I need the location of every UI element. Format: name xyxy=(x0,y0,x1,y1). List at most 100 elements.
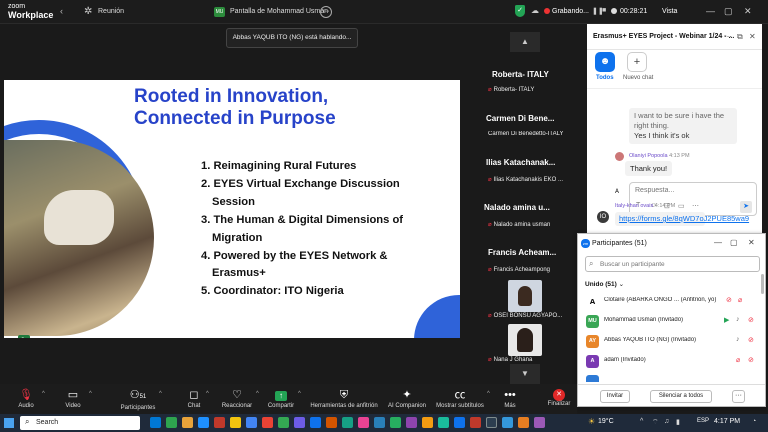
minimize-icon[interactable]: — xyxy=(706,6,715,16)
popout-icon[interactable]: ⧉ xyxy=(737,32,743,42)
chevron-left-icon[interactable]: ‹ xyxy=(60,6,63,16)
taskbar-app-icon[interactable] xyxy=(438,417,449,428)
maximize-icon[interactable]: ▢ xyxy=(724,6,733,17)
annotate-pen-icon[interactable]: ✎ xyxy=(18,335,30,338)
minimize-icon[interactable]: — xyxy=(714,238,722,247)
mic-on-icon[interactable]: ♪ xyxy=(736,336,740,343)
video-off-icon[interactable]: ⊘ xyxy=(748,356,754,364)
chevron-up-icon[interactable]: ^ xyxy=(298,391,301,397)
battery-icon[interactable]: ▮ xyxy=(676,418,680,426)
recording-status[interactable]: Grabando... xyxy=(552,8,589,15)
taskbar-app-icon[interactable] xyxy=(422,417,433,428)
react-button[interactable]: ♡ Reaccionar xyxy=(219,384,255,414)
more-button[interactable]: ••• Más xyxy=(500,384,520,414)
mic-muted-icon[interactable]: ⌀ xyxy=(736,356,740,364)
participant-row[interactable]: MU Mohammad Usman (Invitado) ▶ ♪ ⊘ xyxy=(578,312,765,331)
participant-search-input[interactable] xyxy=(585,256,760,272)
weather-temperature[interactable]: 19°C xyxy=(598,418,614,425)
stop-recording-icon[interactable]: ■ xyxy=(602,7,606,14)
audio-button[interactable]: 🎙 Audio xyxy=(12,384,40,414)
taskbar-app-icon[interactable] xyxy=(486,417,497,428)
taskbar-app-icon[interactable] xyxy=(278,417,289,428)
taskbar-app-icon[interactable] xyxy=(294,417,305,428)
taskbar-app-icon[interactable] xyxy=(358,417,369,428)
taskbar-app-icon[interactable] xyxy=(166,417,177,428)
participant-row[interactable] xyxy=(578,372,765,382)
chat-link[interactable]: https://forms.gle/8qWD7oJ2PUE85wa9 xyxy=(619,214,749,223)
new-chat-button[interactable]: + xyxy=(627,52,647,72)
participants-more-button[interactable]: ··· xyxy=(732,390,745,403)
host-tools-button[interactable]: ⛨ Herramientas de anfitrión xyxy=(307,384,381,414)
taskbar-app-icon[interactable] xyxy=(230,417,241,428)
tray-chevron-up-icon[interactable]: ^ xyxy=(640,418,643,425)
taskbar-app-icon[interactable] xyxy=(262,417,273,428)
taskbar-app-icon[interactable] xyxy=(150,417,161,428)
chevron-up-icon[interactable]: ^ xyxy=(42,391,45,397)
share-options-button[interactable]: ··· xyxy=(320,6,332,18)
taskbar-app-icon[interactable] xyxy=(214,417,225,428)
meeting-tab-label[interactable]: Reunión xyxy=(98,8,124,15)
participants-button[interactable]: ⚇51 Participantes xyxy=(118,384,158,414)
send-button[interactable]: ➤ xyxy=(740,201,752,213)
video-off-icon[interactable]: ⊘ xyxy=(748,336,754,344)
end-meeting-button[interactable]: ✕ Finalizar xyxy=(545,386,573,407)
more-options-icon[interactable]: ⋯ xyxy=(692,202,699,210)
taskbar-app-icon[interactable] xyxy=(326,417,337,428)
joined-group-label[interactable]: Unido (51) ⌄ xyxy=(585,280,624,288)
new-chat-label[interactable]: Nuevo chat xyxy=(623,75,653,81)
gallery-up-arrow-icon[interactable]: ▲ xyxy=(510,32,540,52)
chevron-up-icon[interactable]: ^ xyxy=(206,391,209,397)
volume-icon[interactable]: ♫ xyxy=(664,418,669,425)
notifications-icon[interactable]: ◔ xyxy=(752,418,756,425)
mic-muted-icon[interactable]: ⌀ xyxy=(738,296,742,304)
wifi-icon[interactable]: ⌔ xyxy=(652,418,659,427)
mute-all-button[interactable]: Silenciar a todos xyxy=(650,390,712,403)
taskbar-app-icon[interactable] xyxy=(182,417,193,428)
chevron-up-icon[interactable]: ^ xyxy=(487,391,490,397)
taskbar-app-icon[interactable] xyxy=(342,417,353,428)
system-clock[interactable]: 4:17 PM xyxy=(714,418,740,425)
taskbar-app-icon[interactable] xyxy=(374,417,385,428)
chevron-up-icon[interactable]: ^ xyxy=(159,391,162,397)
close-window-icon[interactable]: ✕ xyxy=(744,6,752,17)
taskbar-app-icon[interactable] xyxy=(390,417,401,428)
participant-video-thumbnail[interactable] xyxy=(508,324,542,356)
taskbar-search-box[interactable]: Search xyxy=(20,416,140,430)
close-panel-icon[interactable]: ✕ xyxy=(748,238,755,247)
participant-row[interactable]: AY Abbas YAQUB ITO (NG) (Invitado) ♪ ⊘ xyxy=(578,332,765,351)
taskbar-app-icon[interactable] xyxy=(502,417,513,428)
taskbar-app-icon[interactable] xyxy=(518,417,529,428)
chat-settings-icon[interactable]: ⋯ xyxy=(724,32,732,41)
chevron-up-icon[interactable]: ^ xyxy=(256,391,259,397)
attach-file-icon[interactable]: ▭ xyxy=(678,202,685,210)
maximize-icon[interactable]: ▢ xyxy=(730,238,738,247)
reply-input[interactable] xyxy=(635,187,745,194)
windows-start-icon[interactable] xyxy=(4,418,14,428)
ai-companion-button[interactable]: ✦ AI Companion xyxy=(386,384,428,414)
chevron-up-icon[interactable]: ^ xyxy=(89,391,92,397)
taskbar-app-icon[interactable] xyxy=(470,417,481,428)
taskbar-app-icon[interactable] xyxy=(310,417,321,428)
input-language[interactable]: ESP xyxy=(697,418,709,424)
taskbar-app-icon[interactable] xyxy=(534,417,545,428)
taskbar-app-icon[interactable] xyxy=(454,417,465,428)
taskbar-app-icon[interactable] xyxy=(406,417,417,428)
security-shield-icon[interactable]: ✓ xyxy=(515,5,525,17)
everyone-chat-button[interactable]: ☻ xyxy=(595,52,615,72)
view-button[interactable]: Vista xyxy=(662,8,677,15)
scrollbar-thumb[interactable] xyxy=(761,274,764,294)
share-screen-button[interactable]: ↑ Compartir xyxy=(265,384,297,414)
video-button[interactable]: ▭ Video xyxy=(59,384,87,414)
participant-video-thumbnail[interactable] xyxy=(508,280,542,312)
video-off-icon[interactable]: ⊘ xyxy=(726,296,732,304)
video-off-icon[interactable]: ⊘ xyxy=(748,316,754,324)
captions-button[interactable]: ㏄ Mostrar subtítulos xyxy=(434,384,486,414)
mic-on-icon[interactable]: ♪ xyxy=(736,316,740,323)
taskbar-app-icon[interactable] xyxy=(246,417,257,428)
chat-button[interactable]: ◻ Chat xyxy=(183,384,205,414)
taskbar-app-icon[interactable] xyxy=(198,417,209,428)
participant-row[interactable]: ᴀ Clotaire (ABARKA ONGO ... (Anfitrión, … xyxy=(578,292,765,311)
close-chat-icon[interactable]: ✕ xyxy=(749,32,756,41)
everyone-chat-label[interactable]: Todos xyxy=(596,75,614,81)
participant-row[interactable]: A adam (Invitado) ⌀ ⊘ xyxy=(578,352,765,371)
